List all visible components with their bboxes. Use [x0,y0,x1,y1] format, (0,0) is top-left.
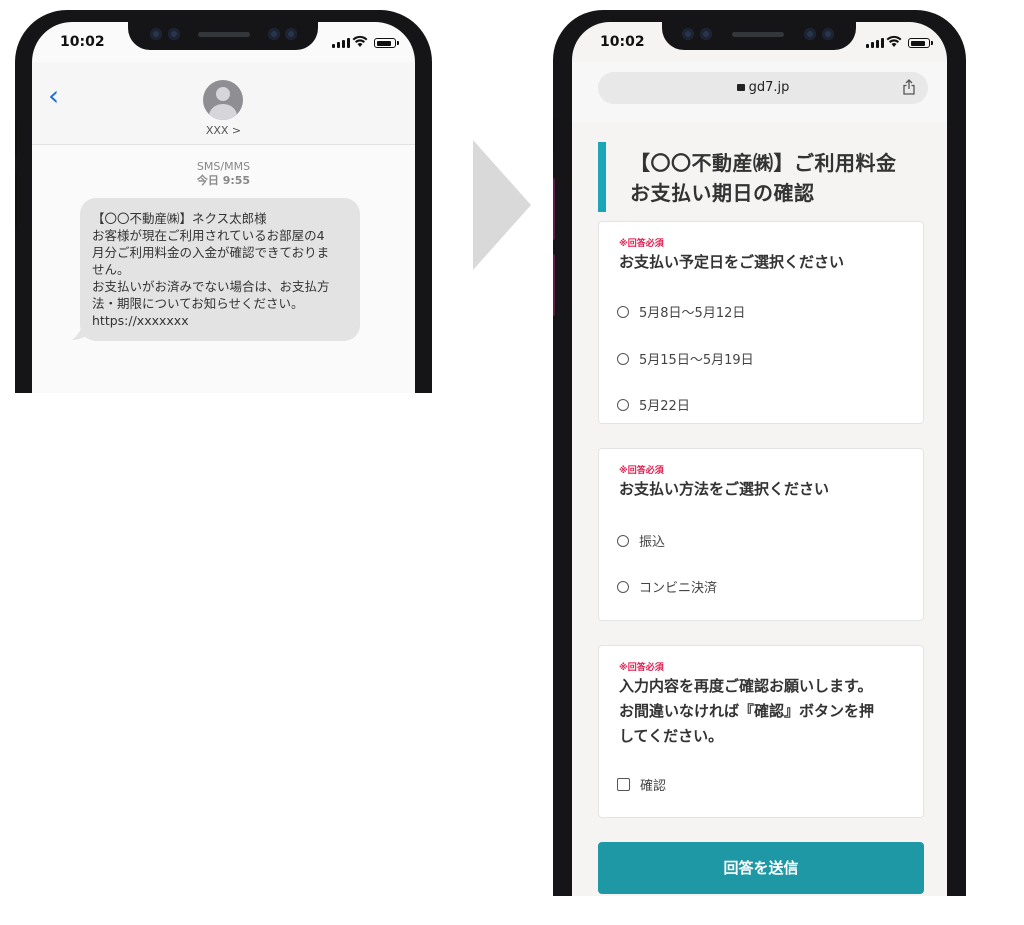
radio-option[interactable]: コンビニ決済 [617,577,717,596]
sms-message-bubble[interactable]: 【〇〇不動産㈱】ネクス太郎様 お客様が現在ご利用されているお部屋の4 月分ご利用… [80,198,360,341]
battery-icon [908,38,933,48]
volume-button [553,254,555,316]
message-line: 月分ご利用料金の入金が確認できておりま [92,245,330,260]
option-label: コンビニ決済 [639,581,718,596]
speaker-grille [732,32,784,37]
camera-icon [700,28,712,40]
status-time: 10:02 [600,34,645,50]
sms-screen: 10:02 ‹ XXX > SMS/MMS 今日 9:55 【〇〇不動産㈱】ネク… [32,22,415,393]
signal-icon [866,38,884,48]
question-text: お支払い予定日をご選択ください [619,253,845,271]
radio-button[interactable] [617,580,629,593]
radio-option[interactable]: 振込 [617,531,665,550]
question-card-payment-method: ※回答必須 お支払い方法をご選択ください 振込 コンビニ決済 [598,448,924,621]
volume-button [15,120,17,156]
question-line: 入力内容を再度ご確認お願いします。 [619,677,873,695]
share-icon[interactable] [902,79,916,95]
message-line: 法・期限についてお知らせください。 [92,296,304,311]
checkbox-label: 確認 [640,779,667,794]
speaker-grille [198,32,250,37]
contact-name[interactable]: XXX > [32,124,415,137]
volume-button [15,170,17,230]
title-line: 【〇〇不動産㈱】ご利用料金 [630,151,897,175]
power-button [964,200,966,280]
question-line: お間違いなければ『確認』ボタンを押 [619,702,875,720]
message-line: お客様が現在ご利用されているお部屋の4 [92,228,325,243]
sms-service-label: SMS/MMS [196,160,251,173]
required-label: ※回答必須 [619,466,664,476]
notch [662,22,856,50]
sms-timestamp: 今日 9:55 [196,174,251,187]
radio-option[interactable]: 5月15日〜5月19日 [617,349,754,368]
message-line: 【〇〇不動産㈱】ネクス太郎様 [92,211,267,226]
camera-icon [168,28,180,40]
message-line: せん。 [92,262,130,277]
title-line: お支払い期日の確認 [630,181,815,205]
wifi-icon [352,35,368,47]
sms-meta: SMS/MMS 今日 9:55 [32,160,415,188]
question-card-confirm: ※回答必須 入力内容を再度ご確認お願いします。 お間違いなければ『確認』ボタンを… [598,645,924,818]
question-text: 入力内容を再度ご確認お願いします。 お間違いなければ『確認』ボタンを押 してくだ… [619,674,874,749]
notch [128,22,318,50]
camera-icon [285,28,297,40]
message-link[interactable]: https://xxxxxxx [92,312,348,329]
camera-icon [822,28,834,40]
camera-icon [682,28,694,40]
radio-button[interactable] [617,534,629,547]
browser-screen: 10:02 gd7.jp 【〇〇不動産㈱】ご利用料金 お支払い期日の確認 ※回答… [572,22,947,896]
option-label: 5月15日〜5月19日 [639,353,754,368]
title-accent-bar [598,142,606,212]
url-display[interactable]: gd7.jp [598,80,928,95]
radio-button[interactable] [617,305,629,318]
camera-icon [268,28,280,40]
option-label: 5月22日 [639,399,690,414]
required-label: ※回答必須 [619,239,664,249]
radio-option[interactable]: 5月22日 [617,395,690,414]
browser-toolbar: gd7.jp [572,62,947,122]
camera-icon [150,28,162,40]
camera-icon [804,28,816,40]
option-label: 振込 [639,535,666,550]
title-text: 【〇〇不動産㈱】ご利用料金 お支払い期日の確認 [630,148,897,208]
option-label: 5月8日〜5月12日 [639,306,746,321]
address-bar[interactable]: gd7.jp [598,72,928,104]
radio-button[interactable] [617,398,629,411]
radio-option[interactable]: 5月8日〜5月12日 [617,302,745,321]
question-text: お支払い方法をご選択ください [619,480,830,498]
signal-icon [332,38,350,48]
battery-icon [374,38,399,48]
back-chevron-icon[interactable]: ‹ [48,82,59,110]
checkbox-option[interactable]: 確認 [617,775,666,794]
required-label: ※回答必須 [619,663,664,673]
status-time: 10:02 [60,34,105,50]
volume-button [553,178,555,240]
sms-header: ‹ XXX > [32,62,415,145]
question-line: してください。 [619,727,724,745]
url-text: gd7.jp [748,80,790,95]
radio-button[interactable] [617,352,629,365]
phone-web-form: 10:02 gd7.jp 【〇〇不動産㈱】ご利用料金 お支払い期日の確認 ※回答… [553,10,966,896]
page-title: 【〇〇不動産㈱】ご利用料金 お支払い期日の確認 [598,142,928,212]
avatar[interactable] [203,80,243,120]
flow-arrow-icon [473,140,531,270]
question-card-payment-date: ※回答必須 お支払い予定日をご選択ください 5月8日〜5月12日 5月15日〜5… [598,221,924,424]
phone-sms: 10:02 ‹ XXX > SMS/MMS 今日 9:55 【〇〇不動産㈱】ネク… [15,10,432,393]
lock-icon [736,84,745,91]
checkbox[interactable] [617,778,630,791]
message-line: お支払いがお済みでない場合は、お支払方 [92,279,330,294]
submit-button[interactable]: 回答を送信 [598,842,924,894]
wifi-icon [886,35,902,47]
volume-button [553,118,555,152]
